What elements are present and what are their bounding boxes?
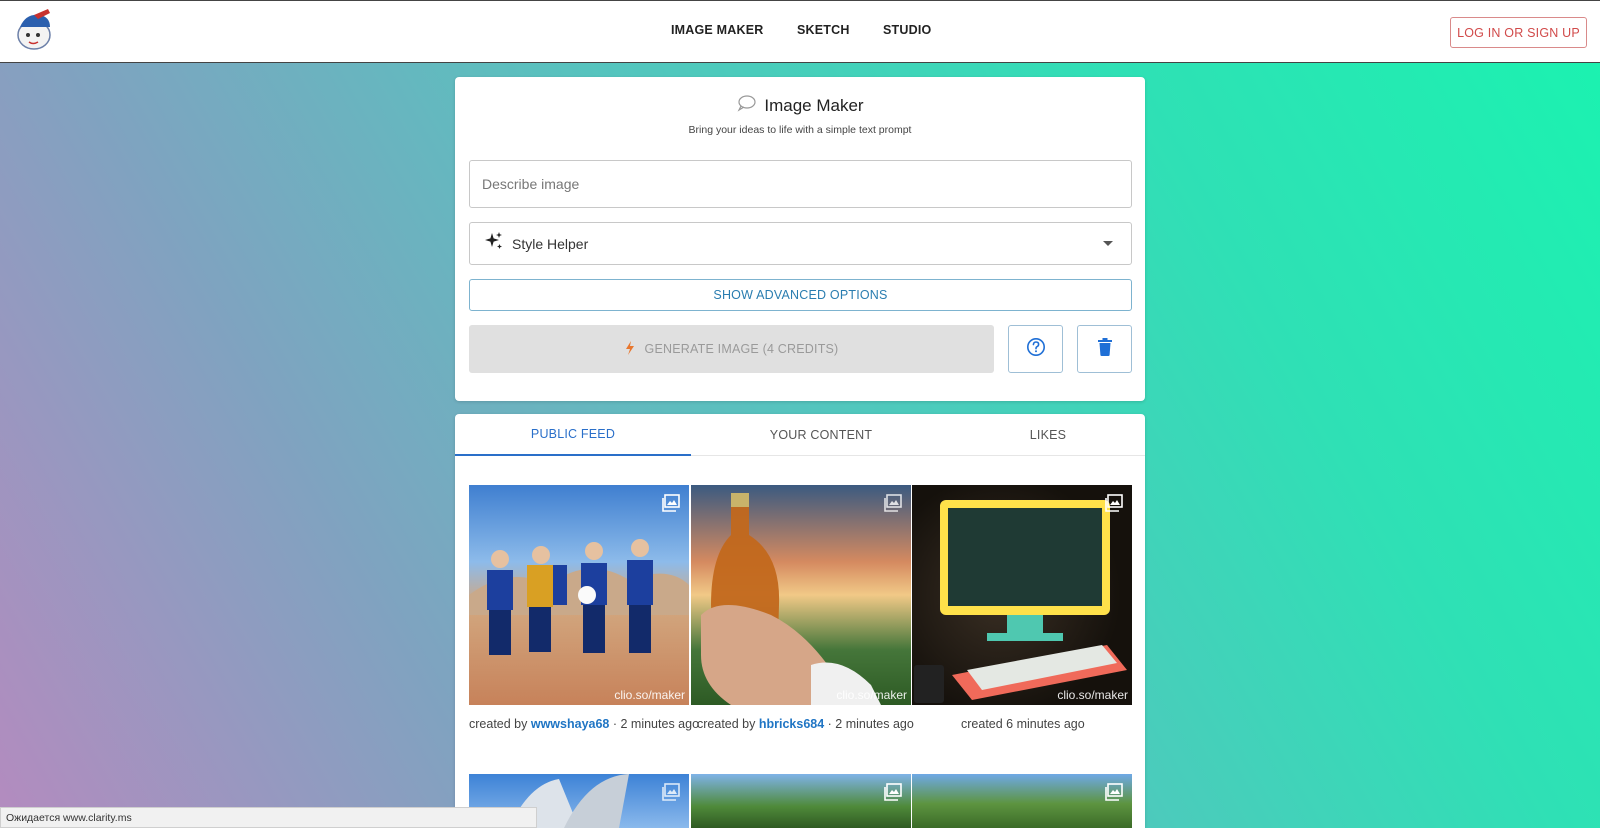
top-bar: IMAGE MAKER SKETCH STUDIO LOG IN OR SIGN… xyxy=(0,0,1600,63)
speech-bubble-icon xyxy=(736,94,756,117)
generate-image-button[interactable]: GENERATE IMAGE (4 CREDITS) xyxy=(469,325,994,373)
help-button[interactable] xyxy=(1008,325,1063,373)
gallery-icon xyxy=(662,494,680,517)
feed-image-1[interactable]: clio.so/maker xyxy=(469,485,689,705)
feed-caption-1: created by wwwshaya68 · 2 minutes ago xyxy=(469,717,699,731)
tab-likes[interactable]: LIKES xyxy=(951,414,1145,456)
trash-icon xyxy=(1097,337,1112,361)
question-circle-icon xyxy=(1026,337,1046,362)
feed-tabs: PUBLIC FEED YOUR CONTENT LIKES xyxy=(455,414,1145,456)
caption-time: · 2 minutes ago xyxy=(827,717,914,731)
caption-prefix: created by xyxy=(469,717,528,731)
tab-public-feed[interactable]: PUBLIC FEED xyxy=(455,414,691,456)
app-logo[interactable] xyxy=(14,7,56,53)
feed-caption-3: created 6 minutes ago xyxy=(961,717,1085,731)
show-advanced-options-button[interactable]: SHOW ADVANCED OPTIONS xyxy=(469,279,1132,311)
chevron-down-icon xyxy=(1103,241,1113,246)
style-helper-label: Style Helper xyxy=(512,235,589,252)
browser-status-bar: Ожидается www.clarity.ms xyxy=(0,807,537,828)
caption-time: · 2 minutes ago xyxy=(612,717,700,731)
caption-prefix: created 6 minutes ago xyxy=(961,717,1085,731)
gallery-icon xyxy=(1105,494,1123,517)
gallery-icon xyxy=(1105,783,1123,806)
caption-prefix: created by xyxy=(697,717,756,731)
feed-image-2[interactable]: clio.so/maker xyxy=(691,485,911,705)
describe-image-input[interactable] xyxy=(469,160,1132,208)
feed-image-3[interactable]: clio.so/maker xyxy=(912,485,1132,705)
nav-sketch[interactable]: SKETCH xyxy=(797,23,850,37)
generate-image-label: GENERATE IMAGE (4 CREDITS) xyxy=(644,342,839,356)
image-maker-card: Image Maker Bring your ideas to life wit… xyxy=(455,77,1145,401)
feed-image-6[interactable] xyxy=(912,774,1132,828)
gallery-icon xyxy=(662,783,680,806)
nav-image-maker[interactable]: IMAGE MAKER xyxy=(671,23,763,37)
user-link[interactable]: wwwshaya68 xyxy=(531,717,610,731)
watermark: clio.so/maker xyxy=(1057,688,1128,702)
feed-caption-2: created by hbricks684 · 2 minutes ago xyxy=(697,717,914,731)
user-link[interactable]: hbricks684 xyxy=(759,717,824,731)
card-title-row: Image Maker xyxy=(455,94,1145,117)
watermark: clio.so/maker xyxy=(836,688,907,702)
gallery-icon xyxy=(884,494,902,517)
tab-your-content[interactable]: YOUR CONTENT xyxy=(691,414,951,456)
watermark: clio.so/maker xyxy=(614,688,685,702)
style-helper-select[interactable]: Style Helper xyxy=(469,222,1132,265)
feed-image-5[interactable] xyxy=(691,774,911,828)
lightning-icon xyxy=(625,340,635,358)
nav-studio[interactable]: STUDIO xyxy=(883,23,931,37)
page-subtitle: Bring your ideas to life with a simple t… xyxy=(688,124,912,136)
page-title: Image Maker xyxy=(764,95,864,115)
sparkles-icon xyxy=(484,231,504,256)
login-signup-button[interactable]: LOG IN OR SIGN UP xyxy=(1450,17,1587,48)
gallery-icon xyxy=(884,783,902,806)
delete-button[interactable] xyxy=(1077,325,1132,373)
